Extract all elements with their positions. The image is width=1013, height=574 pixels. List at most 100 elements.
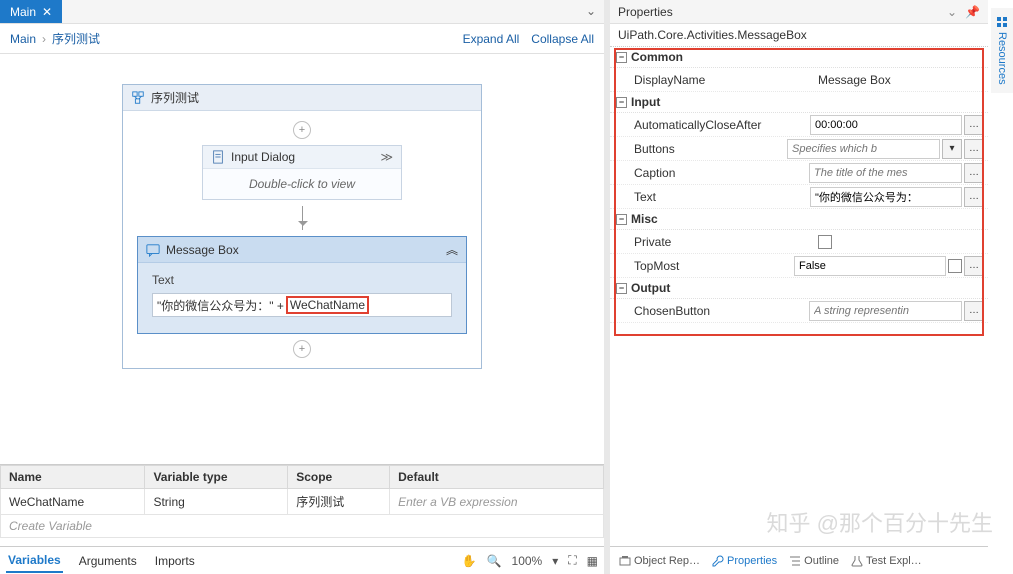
input-dialog-hint[interactable]: Double-click to view <box>203 169 401 199</box>
sequence-header[interactable]: 序列测试 <box>123 85 481 111</box>
sequence-title: 序列测试 <box>151 89 199 106</box>
tab-test-explorer[interactable]: Test Expl… <box>846 553 927 569</box>
breadcrumb-root[interactable]: Main <box>10 32 36 46</box>
tab-bar: Main ✕ ⌄ <box>0 0 604 24</box>
tab-label: Main <box>10 5 36 19</box>
var-name-cell[interactable]: WeChatName <box>1 489 145 515</box>
pan-icon[interactable]: ✋ <box>462 554 477 568</box>
properties-title: Properties <box>618 5 673 19</box>
activity-type: UiPath.Core.Activities.MessageBox <box>610 24 988 47</box>
ellipsis-button[interactable]: … <box>964 256 984 276</box>
tab-imports[interactable]: Imports <box>153 550 197 572</box>
flow-arrow <box>302 206 303 230</box>
category-input[interactable]: − Input <box>610 92 988 113</box>
collapse-icon[interactable]: ︽ <box>446 241 458 258</box>
tab-outline[interactable]: Outline <box>784 553 844 569</box>
zoom-level[interactable]: 100% <box>512 554 543 568</box>
collapse-toggle-icon[interactable]: − <box>616 283 627 294</box>
properties-bottom-tabs: Object Rep… Properties Outline Test Expl… <box>610 546 988 574</box>
tab-arguments[interactable]: Arguments <box>77 550 139 572</box>
fit-screen-icon[interactable]: ⛶ <box>568 553 576 568</box>
create-variable-link[interactable]: Create Variable <box>1 515 604 538</box>
repo-icon <box>619 555 631 567</box>
collapse-toggle-icon[interactable]: − <box>616 52 627 63</box>
prop-caption-label: Caption <box>610 163 809 183</box>
resources-icon <box>996 16 1008 28</box>
dropdown-button[interactable]: ▾ <box>942 139 962 159</box>
properties-grid: − Common DisplayName Message Box − Input… <box>610 47 988 546</box>
message-box-activity[interactable]: Message Box ︽ Text "你的微信公众号为：" + WeChatN… <box>137 236 467 334</box>
overview-icon[interactable]: ▦ <box>587 554 598 568</box>
tab-main[interactable]: Main ✕ <box>0 0 62 23</box>
prop-private-label: Private <box>610 232 818 252</box>
tab-dropdown-icon[interactable]: ⌄ <box>578 0 604 23</box>
tab-variables[interactable]: Variables <box>6 549 63 573</box>
prop-displayname-label: DisplayName <box>610 70 818 90</box>
collapse-toggle-icon[interactable]: − <box>616 97 627 108</box>
zoom-icon[interactable]: 🔍 <box>487 554 502 568</box>
prop-autoclose-label: AutomaticallyCloseAfter <box>610 115 810 135</box>
prop-autoclose-input[interactable] <box>810 115 962 135</box>
prop-buttons-input[interactable] <box>787 139 940 159</box>
col-default[interactable]: Default <box>390 466 604 489</box>
var-default-cell[interactable]: Enter a VB expression <box>390 489 604 515</box>
designer-canvas[interactable]: 序列测试 + Input Dialog ≫ Double-click to vi… <box>0 54 604 464</box>
variable-row[interactable]: WeChatName String 序列测试 Enter a VB expres… <box>1 489 604 515</box>
prop-text-input[interactable] <box>810 187 962 207</box>
input-dialog-title: Input Dialog <box>231 150 295 164</box>
close-icon[interactable]: ✕ <box>42 5 52 19</box>
resources-side-tab[interactable]: Resources <box>991 8 1013 93</box>
ellipsis-button[interactable]: … <box>964 187 984 207</box>
pin-icon[interactable]: 📌 <box>965 5 980 19</box>
category-misc[interactable]: − Misc <box>610 209 988 230</box>
prop-text-label: Text <box>610 187 810 207</box>
tab-properties[interactable]: Properties <box>707 553 782 569</box>
panel-dropdown-icon[interactable]: ⌄ <box>947 5 957 19</box>
col-type[interactable]: Variable type <box>145 466 288 489</box>
prop-topmost-label: TopMost <box>610 256 794 276</box>
prop-buttons-label: Buttons <box>610 139 787 159</box>
prop-displayname-value[interactable]: Message Box <box>818 73 891 87</box>
collapse-all-link[interactable]: Collapse All <box>531 32 594 46</box>
prop-topmost-input[interactable] <box>794 256 946 276</box>
prop-topmost-checkbox[interactable] <box>948 259 962 273</box>
flask-icon <box>851 555 863 567</box>
ellipsis-button[interactable]: … <box>964 301 984 321</box>
add-activity-bottom[interactable]: + <box>293 340 311 358</box>
var-scope-cell[interactable]: 序列测试 <box>288 489 390 515</box>
category-output[interactable]: − Output <box>610 278 988 299</box>
col-scope[interactable]: Scope <box>288 466 390 489</box>
message-icon <box>146 243 160 257</box>
prop-chosen-input[interactable] <box>809 301 962 321</box>
category-common[interactable]: − Common <box>610 47 988 68</box>
collapse-toggle-icon[interactable]: − <box>616 214 627 225</box>
properties-title-bar: Properties ⌄ 📌 <box>610 0 988 24</box>
expr-prefix: "你的微信公众号为：" + <box>157 297 284 314</box>
prop-caption-input[interactable] <box>809 163 962 183</box>
prop-private-checkbox[interactable] <box>818 235 832 249</box>
ellipsis-button[interactable]: … <box>964 139 984 159</box>
expand-all-link[interactable]: Expand All <box>463 32 520 46</box>
var-type-cell[interactable]: String <box>145 489 288 515</box>
zoom-dropdown-icon[interactable]: ▾ <box>552 554 558 568</box>
wrench-icon <box>712 555 724 567</box>
add-activity-top[interactable]: + <box>293 121 311 139</box>
chevron-right-icon: › <box>42 32 46 46</box>
sequence-activity[interactable]: 序列测试 + Input Dialog ≫ Double-click to vi… <box>122 84 482 369</box>
col-name[interactable]: Name <box>1 466 145 489</box>
ellipsis-button[interactable]: … <box>964 115 984 135</box>
outline-icon <box>789 555 801 567</box>
ellipsis-button[interactable]: … <box>964 163 984 183</box>
expr-variable: WeChatName <box>286 296 369 314</box>
sequence-icon <box>131 91 145 105</box>
document-icon <box>211 150 225 164</box>
input-dialog-activity[interactable]: Input Dialog ≫ Double-click to view <box>202 145 402 200</box>
text-label: Text <box>152 273 452 287</box>
tab-object-repo[interactable]: Object Rep… <box>614 553 705 569</box>
text-expression-input[interactable]: "你的微信公众号为：" + WeChatName <box>152 293 452 317</box>
expand-icon[interactable]: ≫ <box>380 150 393 164</box>
bottom-bar: Variables Arguments Imports ✋ 🔍 100% ▾ ⛶… <box>0 546 604 574</box>
message-box-title: Message Box <box>166 243 239 257</box>
breadcrumb-child[interactable]: 序列测试 <box>52 30 100 47</box>
breadcrumb: Main › 序列测试 Expand All Collapse All <box>0 24 604 54</box>
